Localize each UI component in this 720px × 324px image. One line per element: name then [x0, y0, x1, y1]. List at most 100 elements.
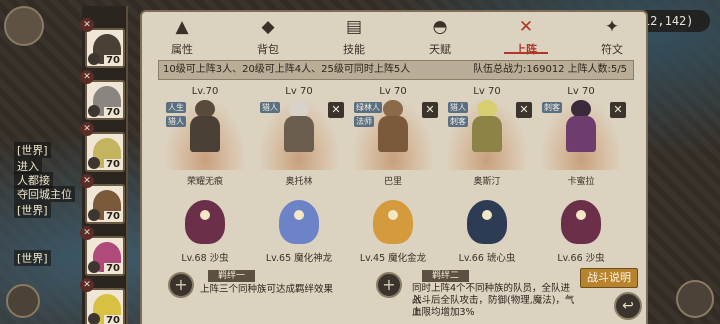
chat-line: [世界] [14, 250, 51, 266]
roster-hero-slot[interactable]: 70 [85, 288, 125, 324]
class-tag: 刺客 [542, 102, 562, 113]
battle-info-button[interactable]: 战斗说明 [580, 268, 638, 288]
pet-label: Lv.45 魔化金龙 [359, 253, 427, 264]
pet-slot[interactable]: Lv.66 沙虫 [536, 198, 626, 266]
tab-label: 上阵 [515, 43, 537, 56]
roster-hero-slot[interactable]: 70 [85, 80, 125, 120]
tab-formation[interactable]: ✕ 上阵 [498, 14, 554, 56]
pet-figure [373, 200, 413, 244]
tab-talent[interactable]: ◓ 天赋 [412, 14, 468, 56]
tab-label: 背包 [257, 43, 279, 56]
hat-icon: ◓ [432, 17, 448, 37]
hero-level: Lv 70 [567, 86, 595, 97]
remove-icon[interactable]: ✕ [80, 18, 94, 32]
formation-slot[interactable]: Lv 70 绿林人 法师 ✕ 巴里 [348, 86, 438, 190]
bond-one-icon[interactable] [168, 272, 194, 298]
tab-label: 符文 [601, 43, 623, 56]
player-avatar[interactable] [4, 6, 44, 46]
formation-slot[interactable]: Lv 70 猎人 刺客 ✕ 奥斯汀 [442, 86, 532, 190]
hero-level: Lv 70 [473, 86, 501, 97]
building-icon: ▲ [175, 17, 189, 37]
tab-skills[interactable]: ▤ 技能 [326, 14, 382, 56]
tab-label: 属性 [171, 43, 193, 56]
pet-figure [279, 200, 319, 244]
race-icon [88, 209, 100, 221]
bond-one-desc: 上阵三个同种族可达成羁绊效果 [200, 284, 334, 295]
race-icon [88, 105, 100, 117]
pet-slot[interactable]: Lv.68 沙虫 [160, 198, 250, 266]
remove-icon[interactable]: ✕ [80, 226, 94, 240]
tab-label: 天赋 [429, 43, 451, 56]
pet-label: Lv.66 琥心虫 [458, 253, 516, 264]
pet-label: Lv.65 魔化神龙 [265, 253, 333, 264]
hero-level: 70 [104, 55, 122, 66]
hero-level: 70 [104, 159, 122, 170]
bond-one-title: 羁绊一 [208, 270, 256, 282]
rune-icon: ✦ [604, 17, 620, 37]
hero-name: 荣耀无痕 [186, 177, 223, 187]
chat-line: 夺回城主位 [14, 186, 75, 202]
roster-hero-slot[interactable]: 70 [85, 28, 125, 68]
hero-level: Lv.70 [191, 86, 219, 97]
hero-figure [558, 100, 604, 158]
team-power: 队伍总战力:169012 [473, 64, 565, 75]
hero-name: 巴里 [383, 177, 402, 187]
deploy-count: 上阵人数:5/5 [567, 64, 627, 75]
bond-two-desc-line: 上限均增加3% [412, 307, 475, 318]
formation-slot[interactable]: Lv.70 人生 猎人 荣耀无痕 [160, 86, 250, 190]
class-tag: 猎人 [448, 102, 468, 113]
hero-roster: 70 ✕ 70 ✕ 70 ✕ 70 ✕ 70 ✕ 70 ✕ [80, 6, 128, 324]
roster-hero-slot[interactable]: 70 [85, 236, 125, 276]
race-icon [88, 53, 100, 65]
formation-info-bar: 10级可上阵3人、20级可上阵4人、25级可同时上阵5人 队伍总战力:16901… [158, 60, 634, 80]
hero-name: 卡蜜拉 [567, 177, 595, 187]
back-icon[interactable]: ↩ [614, 292, 642, 320]
remove-hero-button[interactable]: ✕ [328, 102, 344, 118]
hero-level: 70 [104, 263, 122, 274]
tab-attributes[interactable]: ▲ 属性 [154, 14, 210, 56]
pet-figure [185, 200, 225, 244]
remove-icon[interactable]: ✕ [80, 122, 94, 136]
remove-icon[interactable]: ✕ [80, 174, 94, 188]
pet-figure [467, 200, 507, 244]
bag-icon: ◆ [261, 17, 275, 37]
bond-two-icon[interactable] [376, 272, 402, 298]
roster-hero-slot[interactable]: 70 [85, 132, 125, 172]
pet-slot[interactable]: Lv.66 琥心虫 [442, 198, 532, 266]
formation-panel: ▲ 属性 ◆ 背包 ▤ 技能 ◓ 天赋 ✕ 上阵 ✦ 符文 10级可上阵3人、2… [140, 10, 648, 324]
remove-icon[interactable]: ✕ [80, 278, 94, 292]
tab-label: 技能 [343, 43, 365, 56]
pet-figure [561, 200, 601, 244]
tab-runes[interactable]: ✦ 符文 [584, 14, 640, 56]
pet-slot[interactable]: Lv.45 魔化金龙 [348, 198, 438, 266]
map-button[interactable] [676, 280, 714, 318]
menu-button[interactable] [6, 284, 40, 318]
tab-bag[interactable]: ◆ 背包 [240, 14, 296, 56]
remove-hero-button[interactable]: ✕ [422, 102, 438, 118]
pet-label: Lv.66 沙虫 [557, 253, 605, 264]
hero-figure [370, 100, 416, 158]
hero-figure [464, 100, 510, 158]
hero-figure [182, 100, 228, 158]
pet-slot[interactable]: Lv.65 魔化神龙 [254, 198, 344, 266]
remove-icon[interactable]: ✕ [80, 70, 94, 84]
pet-label: Lv.68 沙虫 [181, 253, 229, 264]
bond-one: 羁绊一 上阵三个同种族可达成羁绊效果 [168, 270, 368, 320]
race-icon [88, 313, 100, 324]
hero-level: Lv 70 [379, 86, 407, 97]
remove-hero-button[interactable]: ✕ [610, 102, 626, 118]
race-icon [88, 157, 100, 169]
formation-slot[interactable]: Lv 70 刺客 ✕ 卡蜜拉 [536, 86, 626, 190]
formation-slot[interactable]: Lv 70 猎人 ✕ 奥托林 [254, 86, 344, 190]
roster-hero-slot[interactable]: 70 [85, 184, 125, 224]
class-tag: 猎人 [260, 102, 280, 113]
hero-name: 奥斯汀 [473, 177, 501, 187]
hero-level: 70 [104, 315, 122, 324]
tab-bar: ▲ 属性 ◆ 背包 ▤ 技能 ◓ 天赋 ✕ 上阵 ✦ 符文 [150, 14, 640, 56]
hero-name: 奥托林 [285, 177, 313, 187]
swords-icon: ✕ [518, 17, 534, 37]
bond-two: 羁绊二 同时上阵4个不同种族的队员，全队进入 战斗后全队攻击，防御(物理,魔法)… [376, 270, 576, 320]
chat-line: [世界] [14, 202, 51, 218]
remove-hero-button[interactable]: ✕ [516, 102, 532, 118]
race-icon [88, 261, 100, 273]
